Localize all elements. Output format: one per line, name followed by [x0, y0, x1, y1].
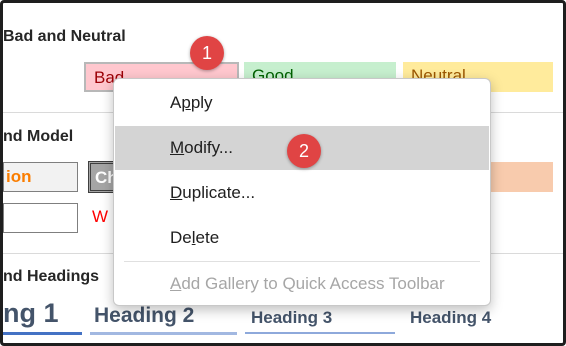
menu-item-apply[interactable]: Apply	[115, 81, 489, 125]
section-title-data-model: nd Model	[3, 128, 74, 145]
step-1-badge: 1	[190, 36, 224, 70]
style-heading-1[interactable]: ng 1	[3, 298, 59, 329]
style-calculation[interactable]: ion	[3, 162, 78, 192]
section-title-good-bad-neutral: Bad and Neutral	[3, 28, 126, 45]
style-heading-2[interactable]: Heading 2	[94, 304, 194, 328]
step-2-badge: 2	[287, 134, 321, 168]
menu-item-add-gallery-to-qat: Add Gallery to Quick Access Toolbar	[170, 274, 445, 293]
style-output[interactable]	[3, 203, 78, 233]
heading-3-underline	[245, 332, 395, 334]
menu-item-duplicate[interactable]: Duplicate...	[115, 171, 489, 215]
heading-2-underline	[90, 332, 237, 335]
menu-item-delete[interactable]: Delete	[115, 216, 489, 260]
style-warning-text[interactable]: W	[84, 203, 114, 233]
heading-1-underline	[3, 332, 82, 335]
section-title-headings: nd Headings	[3, 268, 100, 285]
style-heading-4[interactable]: Heading 4	[410, 308, 491, 328]
style-input[interactable]	[490, 162, 553, 192]
style-heading-3[interactable]: Heading 3	[251, 308, 332, 328]
context-menu: Apply Modify... Duplicate... Delete Add …	[113, 78, 491, 306]
